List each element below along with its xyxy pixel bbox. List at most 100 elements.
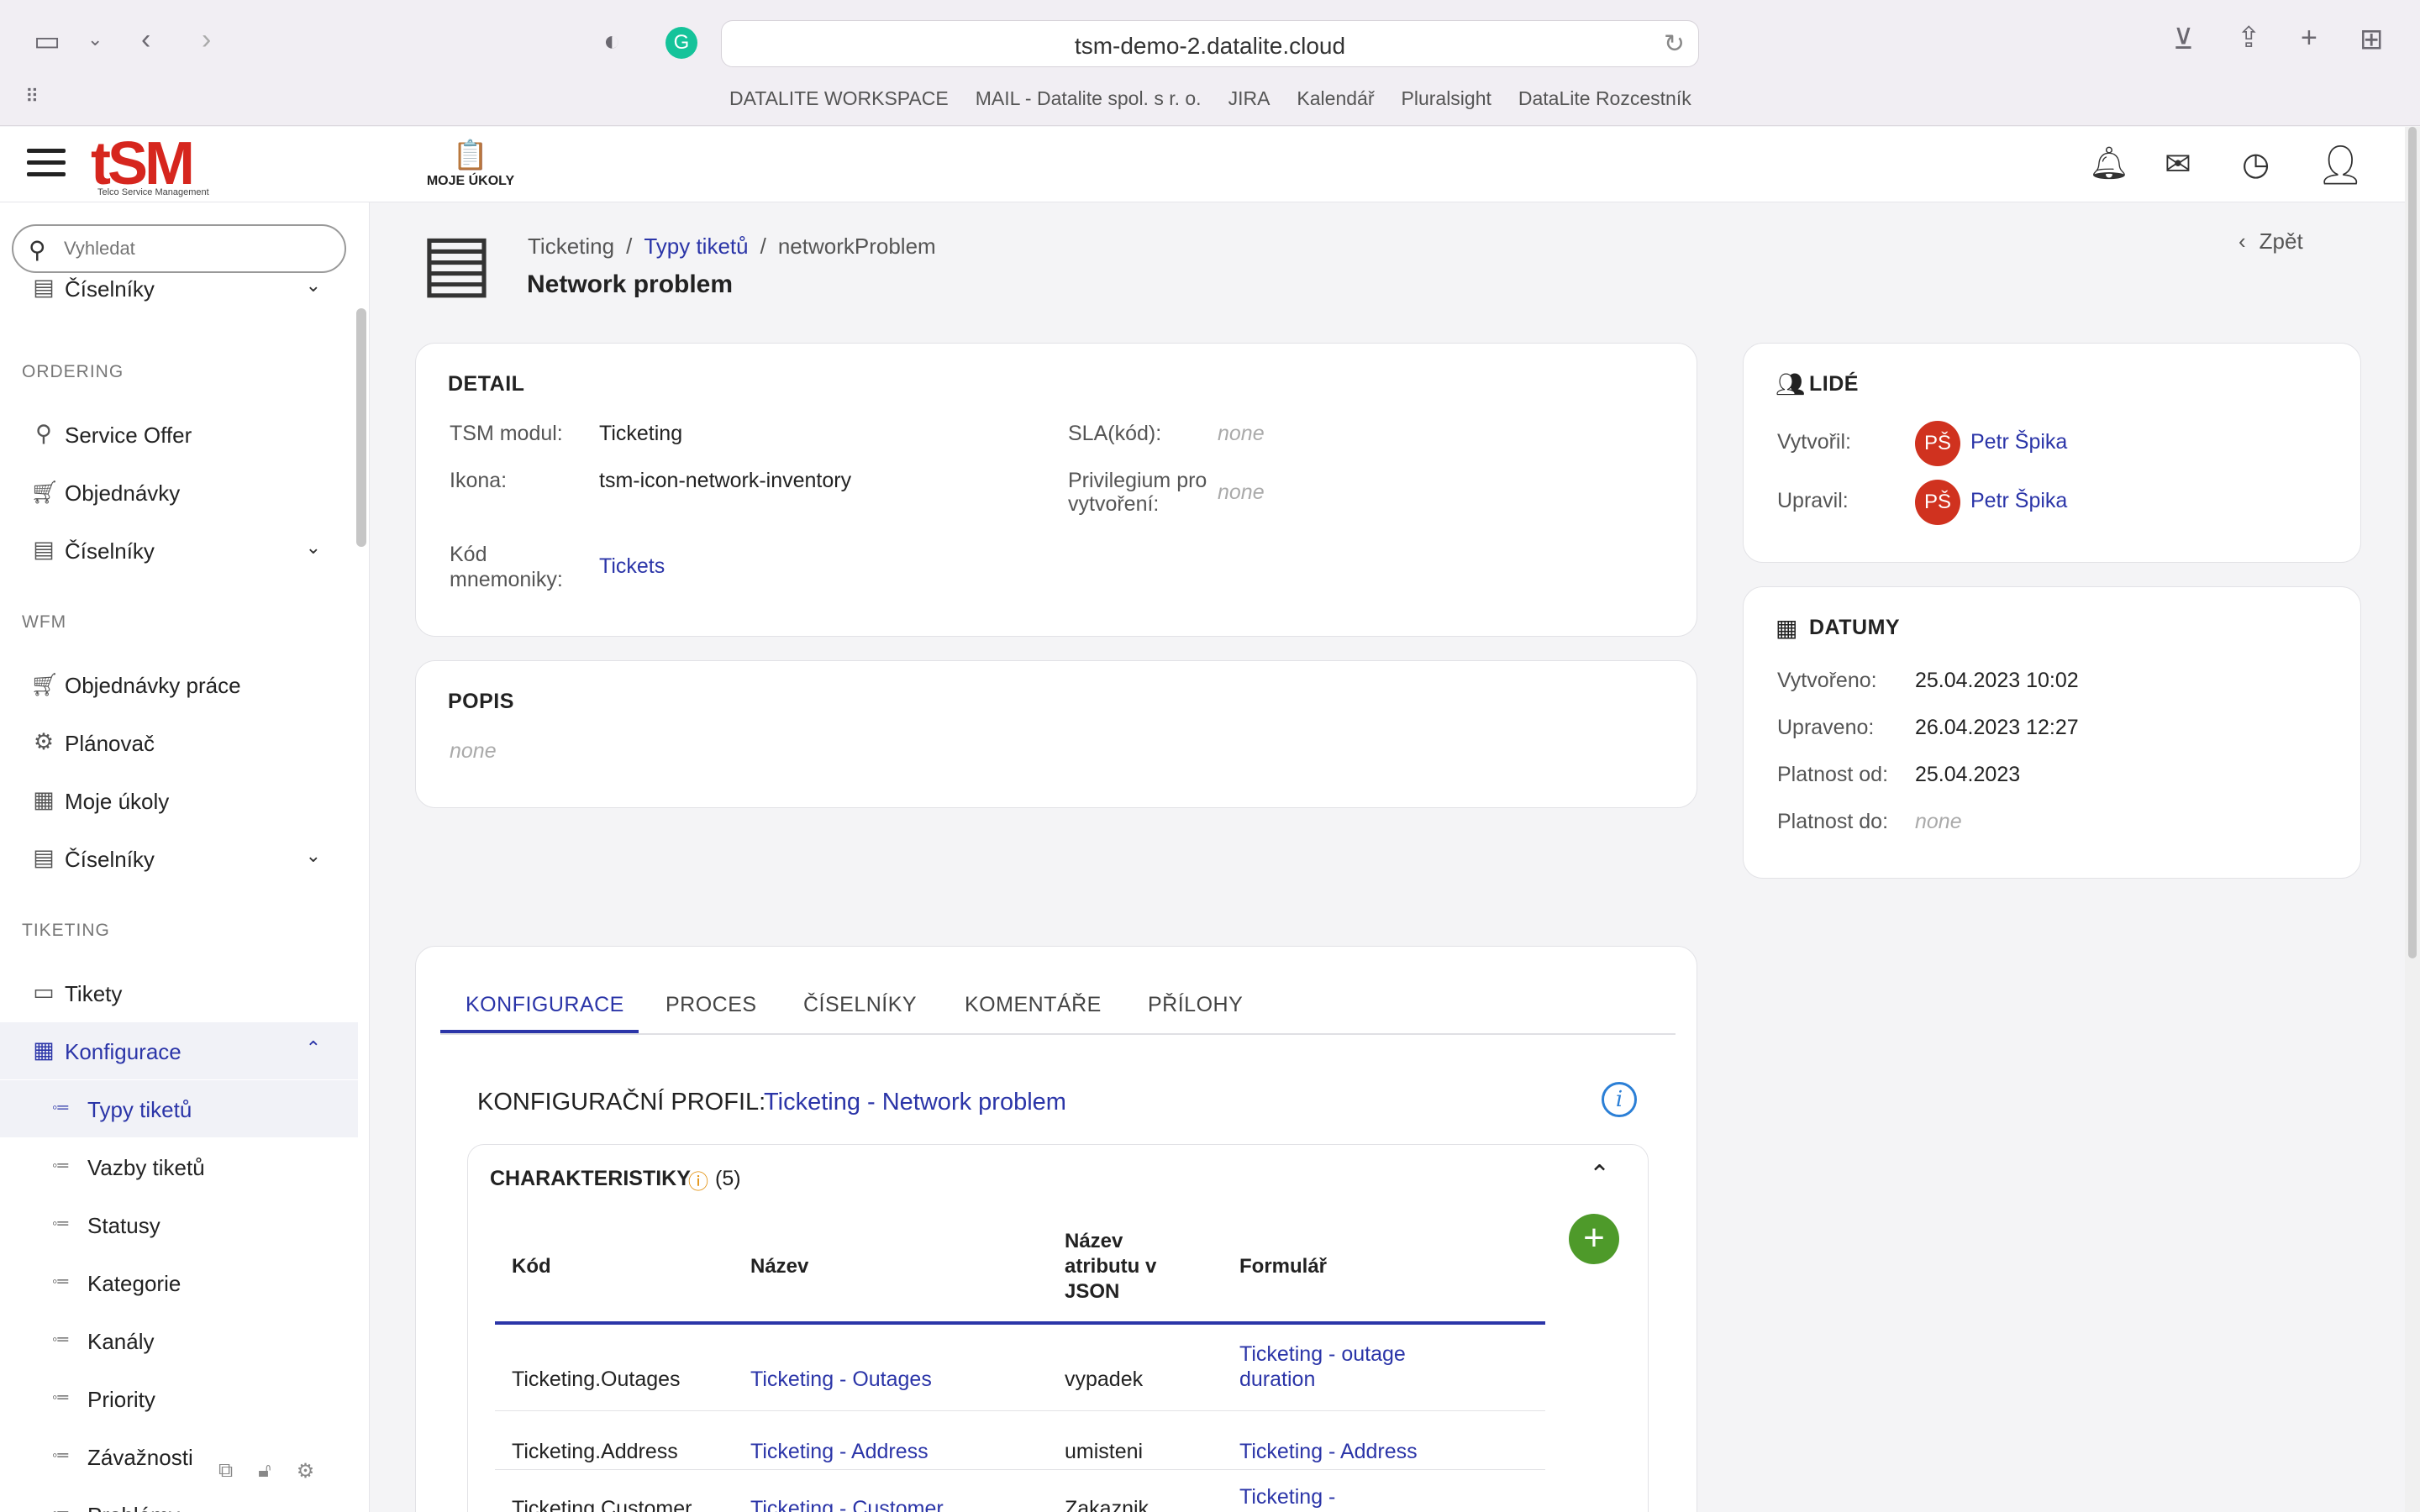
breadcrumb: Ticketing / Typy tiketů / networkProblem xyxy=(528,234,936,260)
column-header-json-2[interactable]: atributu v xyxy=(1065,1254,1156,1279)
bookmark-item[interactable]: DataLite Rozcestník xyxy=(1518,87,1691,110)
people-title: LIDÉ xyxy=(1809,372,1859,396)
sidebar-item-konfigurace[interactable]: ▦ Konfigurace ⌃ xyxy=(0,1022,358,1079)
back-label: Zpět xyxy=(2259,228,2303,254)
page-scrollbar[interactable] xyxy=(2405,127,2420,1512)
my-tasks-button[interactable]: 📋 MOJE ÚKOLY xyxy=(420,139,521,189)
cell-nazev[interactable]: Ticketing - Outages xyxy=(750,1367,932,1392)
bookmark-item[interactable]: DATALITE WORKSPACE xyxy=(729,87,949,110)
copy-icon[interactable]: ⧉ xyxy=(218,1459,233,1483)
gear-icon[interactable]: ⚙ xyxy=(297,1459,315,1483)
column-header-json-3[interactable]: JSON xyxy=(1065,1279,1119,1305)
share-icon[interactable]: ⇪ xyxy=(2237,24,2261,52)
vytvoril-user[interactable]: Petr Špika xyxy=(1970,429,2067,454)
sidebar-subitem-kategorie[interactable]: ◦═ Kategorie xyxy=(0,1254,358,1311)
list-icon: ◦═ xyxy=(52,1157,69,1173)
chevron-down-icon[interactable]: ⌄ xyxy=(87,30,103,49)
address-bar[interactable]: tsm-demo-2.datalite.cloud ↻ xyxy=(721,20,1699,67)
platnost-od-value: 25.04.2023 xyxy=(1915,763,2021,786)
cell-formular-2[interactable]: duration xyxy=(1239,1367,1315,1392)
avatar[interactable]: PŠ xyxy=(1915,480,1960,525)
sidebar-item-label: Typy tiketů xyxy=(87,1097,192,1122)
cell-formular-1[interactable]: Ticketing - xyxy=(1239,1484,1335,1509)
bookmark-item[interactable]: JIRA xyxy=(1228,87,1270,110)
sidebar-item-ciselniky-wfm[interactable]: ▤ Číselníky ⌄ xyxy=(0,830,358,887)
sidebar-item-ciselniky-ordering[interactable]: ▤ Číselníky ⌄ xyxy=(0,522,358,579)
cell-nazev[interactable]: Ticketing - Customer xyxy=(750,1496,944,1512)
sidebar-item-service-offer[interactable]: ⚲ Service Offer xyxy=(0,406,358,463)
chevron-left-icon: ‹ xyxy=(2238,228,2246,254)
bookmark-item[interactable]: Kalendář xyxy=(1297,87,1374,110)
sidebar-subitem-statusy[interactable]: ◦═ Statusy xyxy=(0,1196,358,1253)
add-characteristic-button[interactable]: + xyxy=(1569,1214,1619,1264)
new-tab-icon[interactable]: + xyxy=(2301,24,2317,52)
page-scrollbar-thumb[interactable] xyxy=(2408,127,2417,958)
sidebar-subitem-kanaly[interactable]: ◦═ Kanály xyxy=(0,1312,358,1369)
info-icon[interactable]: i xyxy=(1602,1082,1637,1117)
sidebar-item-objednavky[interactable]: 🛒︎ Objednávky xyxy=(0,464,358,521)
column-header-nazev[interactable]: Název xyxy=(750,1254,808,1279)
back-arrow-icon[interactable]: ‹ xyxy=(141,25,150,54)
breadcrumb-item[interactable]: Ticketing xyxy=(528,234,614,260)
sidebar-subitem-priority[interactable]: ◦═ Priority xyxy=(0,1370,358,1427)
menu-toggle-icon[interactable] xyxy=(27,149,66,181)
tab-prilohy[interactable]: PŘÍLOHY xyxy=(1148,993,1243,1017)
sidebar-item-label: Objednávky xyxy=(65,480,181,506)
shield-icon[interactable]: ◐ xyxy=(603,27,621,55)
grammarly-icon[interactable]: G xyxy=(666,27,697,59)
sidebar-search[interactable]: ⚲ xyxy=(12,224,346,273)
mail-icon[interactable]: ✉ xyxy=(2165,145,2191,183)
cell-nazev[interactable]: Ticketing - Address xyxy=(750,1439,929,1464)
people-card: 👥︎ LIDÉ Vytvořil: PŠ Petr Špika Upravil:… xyxy=(1743,343,2361,563)
apps-grid-icon[interactable]: ⠿ xyxy=(25,87,39,106)
tsm-logo[interactable]: tSM Telco Service Management xyxy=(91,130,259,201)
search-input[interactable] xyxy=(64,236,333,261)
tab-konfigurace[interactable]: KONFIGURACE xyxy=(466,993,624,1017)
sidebar-item-planovac[interactable]: ⚙ Plánovač xyxy=(0,714,358,771)
tab-overview-icon[interactable]: ⊞ xyxy=(2360,25,2384,54)
cell-formular-1[interactable]: Ticketing - outage xyxy=(1239,1341,1406,1367)
sidebar-subitem-vazby-tiketu[interactable]: ◦═ Vazby tiketů xyxy=(0,1138,358,1195)
sidebar-item-objednavky-prace[interactable]: 🛒︎ Objednávky práce xyxy=(0,656,358,713)
sidebar-item-moje-ukoly[interactable]: ▦ Moje úkoly xyxy=(0,772,358,829)
clock-icon[interactable]: ◷ xyxy=(2242,145,2270,183)
download-icon[interactable]: ⊻ xyxy=(2173,25,2194,54)
kod-mnemoniky-label-2: mnemoniky: xyxy=(450,568,563,591)
forward-arrow-icon[interactable]: › xyxy=(202,25,211,54)
back-button[interactable]: ‹ Zpět xyxy=(2238,228,2303,255)
sidebar-subitem-problemy[interactable]: ◦═ Problémy xyxy=(0,1486,358,1512)
breadcrumb-item[interactable]: Typy tiketů xyxy=(644,234,748,260)
column-header-formular[interactable]: Formulář xyxy=(1239,1254,1327,1279)
chevron-up-icon[interactable]: ⌃ xyxy=(1589,1160,1610,1189)
column-header-kod[interactable]: Kód xyxy=(512,1254,551,1279)
bell-icon[interactable]: 🔔︎ xyxy=(2089,145,2129,182)
lock-icon[interactable]: 🔓︎ xyxy=(258,1459,271,1483)
url-text[interactable]: tsm-demo-2.datalite.cloud xyxy=(722,33,1698,60)
user-avatar-icon[interactable]: 👤︎ xyxy=(2316,142,2365,188)
kod-mnemoniky-label-1: Kód xyxy=(450,543,487,566)
column-header-json-1[interactable]: Název xyxy=(1065,1229,1123,1254)
sidebar-toggle-icon[interactable]: ▭ xyxy=(34,27,60,55)
list-icon: ◦═ xyxy=(52,1215,69,1231)
upravil-user[interactable]: Petr Špika xyxy=(1970,488,2067,513)
tab-proces[interactable]: PROCES xyxy=(666,993,757,1017)
detail-title: DETAIL xyxy=(448,372,525,396)
cart-icon: 🛒︎ xyxy=(30,672,60,697)
sidebar-item-tikety[interactable]: ▭ Tikety xyxy=(0,964,358,1021)
sidebar-item-ciselniky-top[interactable]: ▤ Číselníky ⌄ xyxy=(0,275,358,308)
bookmark-item[interactable]: MAIL - Datalite spol. s r. o. xyxy=(976,87,1202,110)
browser-chrome: ▭ ⌄ ‹ › ◐ G tsm-demo-2.datalite.cloud ↻ … xyxy=(0,0,2420,126)
sidebar-item-label: Moje úkoly xyxy=(65,789,170,814)
sidebar-subitem-typy-tiketu[interactable]: ◦═ Typy tiketů xyxy=(0,1080,358,1137)
kod-mnemoniky-value[interactable]: Tickets xyxy=(599,554,665,579)
reload-icon[interactable]: ↻ xyxy=(1664,29,1685,59)
tab-ciselniky[interactable]: ČÍSELNÍKY xyxy=(803,993,917,1017)
cell-formular-1[interactable]: Ticketing - Address xyxy=(1239,1439,1418,1464)
upravil-label: Upravil: xyxy=(1777,489,1849,512)
bookmark-item[interactable]: Pluralsight xyxy=(1402,87,1491,110)
sidebar-item-label: Kategorie xyxy=(87,1271,182,1296)
list-icon: ◦═ xyxy=(52,1099,69,1116)
avatar[interactable]: PŠ xyxy=(1915,421,1960,466)
profile-value[interactable]: Ticketing - Network problem xyxy=(764,1089,1066,1116)
tab-komentare[interactable]: KOMENTÁŘE xyxy=(965,993,1102,1017)
